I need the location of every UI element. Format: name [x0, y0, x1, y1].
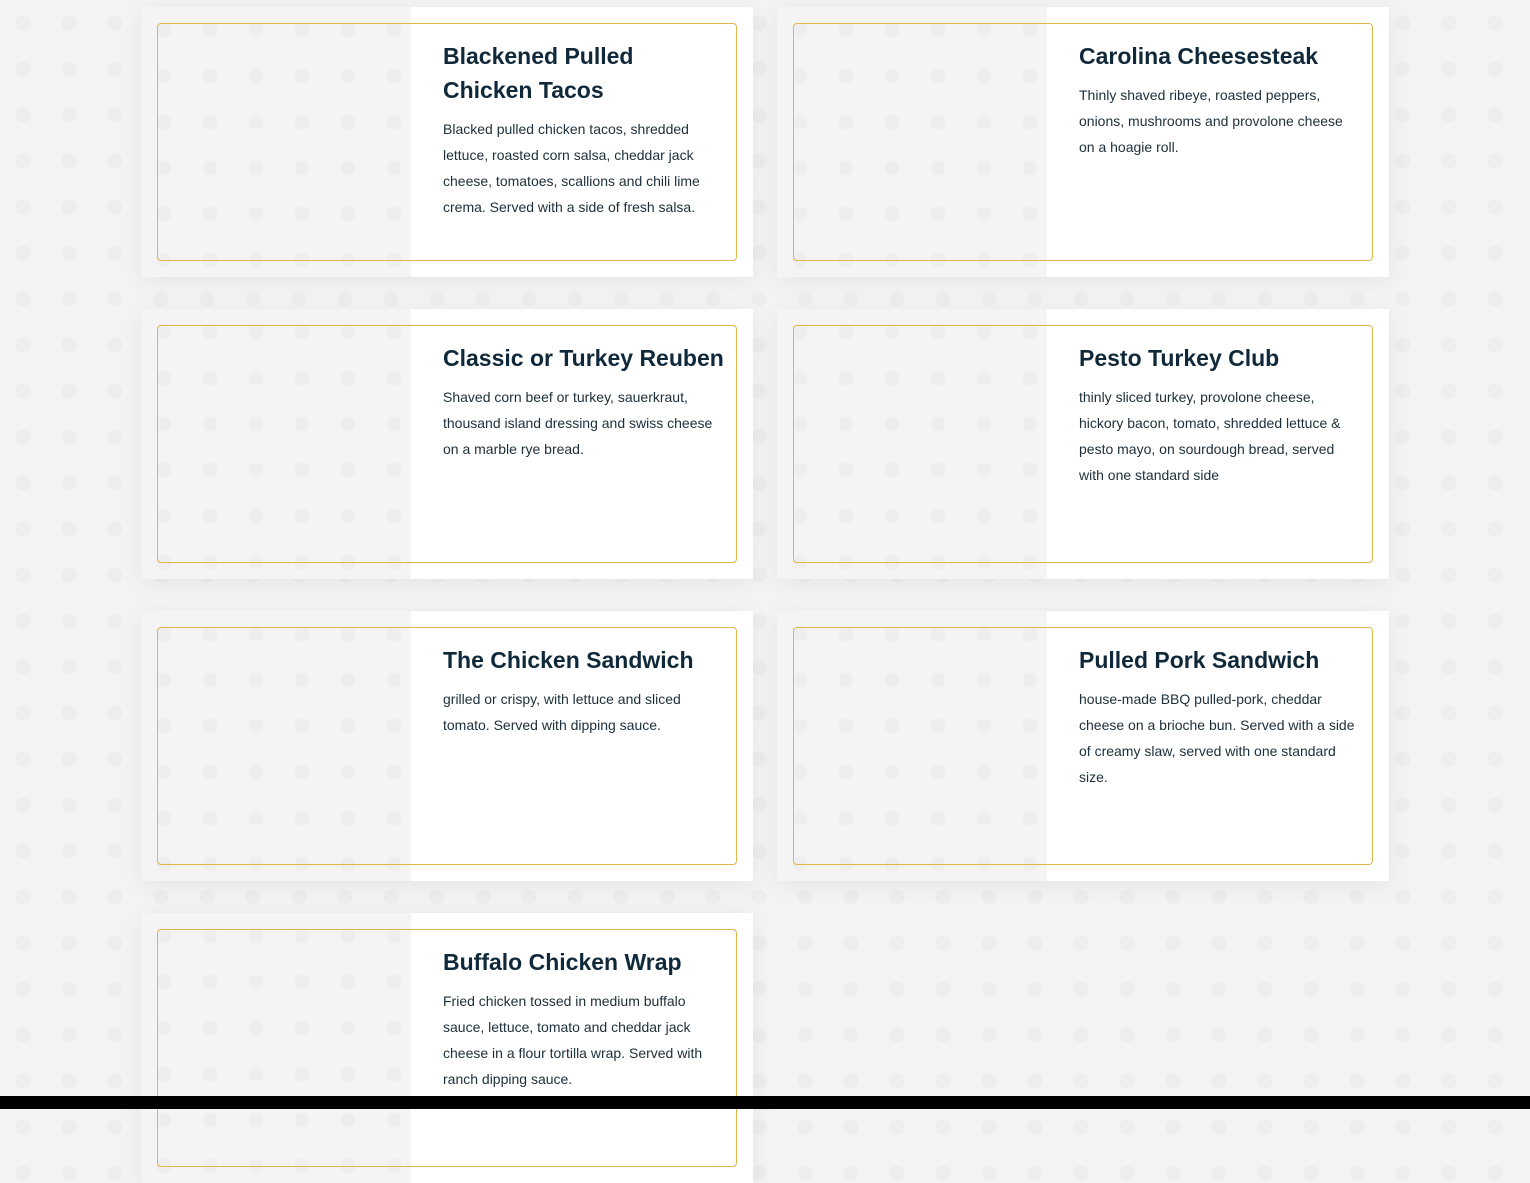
menu-item-description: Shaved corn beef or turkey, sauerkraut, …	[443, 389, 713, 457]
menu-item-description: thinly sliced turkey, provolone cheese, …	[1079, 389, 1341, 483]
menu-item-card[interactable]: Classic or Turkey Reuben Shaved corn bee…	[141, 309, 753, 579]
menu-item-title: Pulled Pork Sandwich	[1079, 647, 1320, 673]
menu-item-card[interactable]: Blackened Pulled Chicken Tacos Blacked p…	[141, 7, 753, 277]
menu-item-description: Thinly shaved ribeye, roasted peppers, o…	[1079, 87, 1343, 155]
menu-item-image-placeholder	[141, 611, 411, 881]
menu-item-card[interactable]: Pesto Turkey Club thinly sliced turkey, …	[777, 309, 1389, 579]
menu-item-card[interactable]: The Chicken Sandwich grilled or crispy, …	[141, 611, 753, 881]
menu-item-title: Classic or Turkey Reuben	[443, 345, 724, 371]
menu-item-content: Blackened Pulled Chicken Tacos Blacked p…	[443, 39, 721, 220]
menu-item-image-placeholder	[141, 913, 411, 1183]
menu-item-content: Carolina Cheesesteak Thinly shaved ribey…	[1079, 39, 1357, 160]
menu-item-description: grilled or crispy, with lettuce and slic…	[443, 691, 681, 733]
menu-item-content: Buffalo Chicken Wrap Fried chicken tosse…	[443, 945, 721, 1092]
menu-item-image-placeholder	[777, 7, 1047, 277]
menu-item-title: Pesto Turkey Club	[1079, 345, 1280, 371]
menu-item-description: Fried chicken tossed in medium buffalo s…	[443, 993, 703, 1087]
bottom-bar	[0, 1096, 1530, 1109]
menu-item-title: Blackened Pulled Chicken Tacos	[443, 43, 634, 103]
menu-item-card[interactable]: Buffalo Chicken Wrap Fried chicken tosse…	[141, 913, 753, 1183]
menu-item-card[interactable]: Carolina Cheesesteak Thinly shaved ribey…	[777, 7, 1389, 277]
menu-item-description: house-made BBQ pulled-pork, cheddar chee…	[1079, 691, 1355, 785]
menu-grid: Blackened Pulled Chicken Tacos Blacked p…	[141, 7, 1389, 1183]
menu-item-image-placeholder	[777, 611, 1047, 881]
menu-item-content: The Chicken Sandwich grilled or crispy, …	[443, 643, 721, 738]
menu-item-content: Classic or Turkey Reuben Shaved corn bee…	[443, 341, 724, 462]
menu-item-title: Buffalo Chicken Wrap	[443, 949, 682, 975]
menu-item-image-placeholder	[141, 7, 411, 277]
menu-item-title: The Chicken Sandwich	[443, 647, 694, 673]
menu-item-title: Carolina Cheesesteak	[1079, 43, 1319, 69]
menu-item-content: Pulled Pork Sandwich house-made BBQ pull…	[1079, 643, 1357, 790]
menu-item-image-placeholder	[777, 309, 1047, 579]
menu-item-image-placeholder	[141, 309, 411, 579]
menu-item-card[interactable]: Pulled Pork Sandwich house-made BBQ pull…	[777, 611, 1389, 881]
menu-item-content: Pesto Turkey Club thinly sliced turkey, …	[1079, 341, 1357, 488]
menu-item-description: Blacked pulled chicken tacos, shredded l…	[443, 121, 700, 215]
